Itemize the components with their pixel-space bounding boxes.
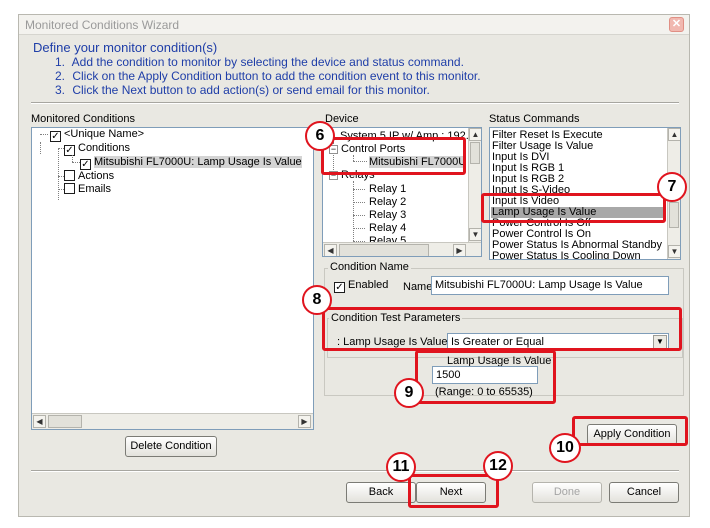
callout-8: 8 [302, 285, 332, 315]
conditions-hscrollbar[interactable]: ◀ ▶ [32, 413, 313, 429]
tree-node-condition-item[interactable]: ✓ Mitsubishi FL7000U: Lamp Usage Is Value [80, 156, 302, 170]
instruction-step-2: 2. Click on the Apply Condition button t… [55, 69, 481, 83]
done-button[interactable]: Done [532, 482, 602, 503]
arrow-left-icon[interactable]: ◀ [324, 244, 337, 256]
device-label: Device [325, 113, 359, 125]
title-bar: Monitored Conditions Wizard ✕ [19, 15, 689, 35]
enabled-checkbox-row[interactable]: ✓ Enabled [334, 279, 388, 293]
device-hscrollbar[interactable]: ◀ ▶ [323, 242, 481, 256]
checkbox-condition-item[interactable]: ✓ [80, 159, 91, 170]
callout-10: 10 [549, 433, 581, 463]
tree-node-conditions[interactable]: ✓ Conditions [64, 142, 130, 156]
highlight-test-params [322, 307, 682, 351]
footer-divider [31, 470, 679, 472]
arrow-right-icon[interactable]: ▶ [298, 415, 311, 428]
header-divider [31, 102, 679, 104]
relay-item[interactable]: Relay 2 [369, 196, 406, 209]
callout-11: 11 [386, 452, 416, 482]
scroll-thumb[interactable] [470, 142, 480, 164]
instruction-step-1: 1. Add the condition to monitor by selec… [55, 55, 464, 69]
tree-node-actions[interactable]: Actions [64, 170, 114, 183]
arrow-up-icon[interactable]: ▲ [469, 128, 481, 141]
enabled-label: Enabled [348, 279, 389, 291]
scroll-thumb[interactable] [48, 415, 82, 428]
cancel-button[interactable]: Cancel [609, 482, 679, 503]
arrow-down-icon[interactable]: ▼ [469, 228, 481, 241]
checkbox-actions[interactable] [64, 170, 75, 181]
arrow-left-icon[interactable]: ◀ [33, 415, 46, 428]
monitored-conditions-label: Monitored Conditions [31, 113, 135, 125]
condition-name-legend: Condition Name [328, 261, 411, 273]
checkbox-emails[interactable] [64, 183, 75, 194]
callout-6: 6 [305, 121, 335, 151]
checkbox-root[interactable]: ✓ [50, 131, 61, 142]
tree-node-root[interactable]: ✓ <Unique Name> [50, 128, 144, 142]
relay-item[interactable]: Relay 1 [369, 183, 406, 196]
enabled-checkbox[interactable]: ✓ [334, 282, 345, 293]
status-commands-label: Status Commands [489, 113, 580, 125]
highlight-next [408, 474, 499, 508]
status-command-item[interactable]: Power Status Is Cooling Down [492, 251, 641, 260]
callout-7: 7 [657, 172, 687, 202]
callout-12: 12 [483, 451, 513, 481]
scroll-thumb[interactable] [339, 244, 429, 256]
highlight-value [415, 350, 556, 404]
arrow-right-icon[interactable]: ▶ [453, 244, 466, 256]
relay-item[interactable]: Relay 4 [369, 222, 406, 235]
highlight-device [321, 137, 466, 175]
window-title: Monitored Conditions Wizard [25, 18, 180, 32]
arrow-down-icon[interactable]: ▼ [668, 245, 680, 258]
highlight-apply [572, 416, 688, 446]
checkbox-conditions[interactable]: ✓ [64, 145, 75, 156]
callout-9: 9 [394, 378, 424, 408]
tree-node-emails[interactable]: Emails [64, 183, 111, 196]
instruction-step-3: 3. Click the Next button to add action(s… [55, 83, 430, 97]
delete-condition-button[interactable]: Delete Condition [125, 436, 217, 457]
instructions-title: Define your monitor condition(s) [33, 40, 218, 55]
monitored-conditions-tree[interactable]: ✓ <Unique Name> ✓ Conditions ✓ Mitsubishi F… [31, 127, 314, 430]
back-button[interactable]: Back [346, 482, 416, 503]
arrow-up-icon[interactable]: ▲ [668, 128, 680, 141]
relay-item[interactable]: Relay 3 [369, 209, 406, 222]
condition-name-input[interactable]: Mitsubishi FL7000U: Lamp Usage Is Value [431, 276, 669, 295]
device-vscrollbar[interactable]: ▲ ▼ [468, 128, 481, 242]
highlight-status-command [481, 193, 666, 223]
close-icon[interactable]: ✕ [669, 17, 684, 32]
scroll-thumb[interactable] [669, 202, 679, 228]
